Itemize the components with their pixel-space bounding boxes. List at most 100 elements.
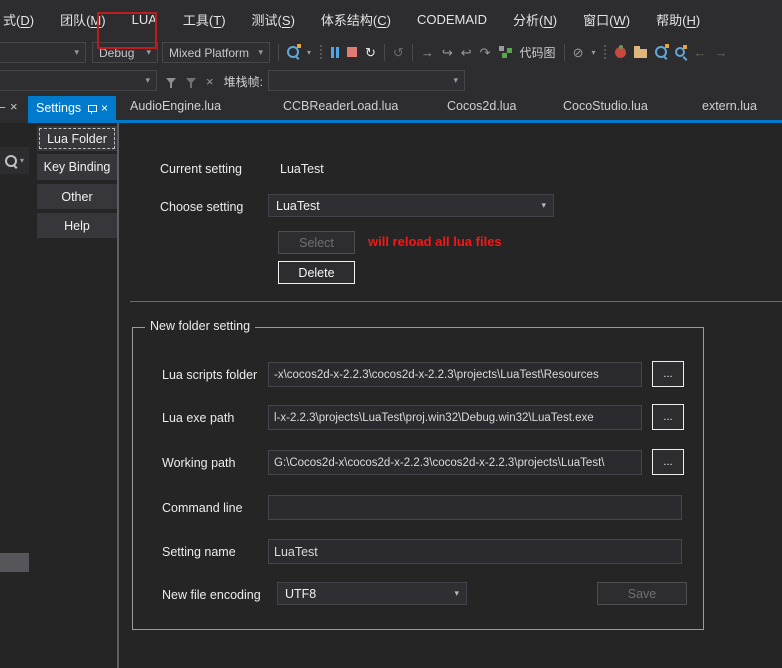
working-path-input[interactable]: [268, 450, 642, 475]
encoding-value: UTF8: [285, 586, 317, 601]
pause-icon[interactable]: [331, 46, 340, 58]
menu-item-window[interactable]: 窗口(W): [570, 6, 643, 33]
extension-tomato-icon[interactable]: [615, 44, 627, 58]
sidebar-item-key-binding[interactable]: Key Binding: [37, 154, 117, 180]
find-in-files-icon[interactable]: [655, 44, 670, 58]
disable-breakpoints-icon[interactable]: ⊘: [573, 46, 584, 59]
stop-debugging-icon[interactable]: [347, 47, 358, 57]
setting-name-input[interactable]: [268, 539, 682, 564]
tab-cocos2d[interactable]: Cocos2d.lua: [447, 99, 517, 113]
tab-audioengine[interactable]: AudioEngine.lua: [130, 99, 221, 113]
tab-cocostudio[interactable]: CocoStudio.lua: [563, 99, 648, 113]
sidebar-item-other[interactable]: Other: [37, 184, 117, 209]
command-line-input[interactable]: [268, 495, 682, 520]
choose-setting-label: Choose setting: [160, 200, 244, 214]
quick-find-icon[interactable]: [675, 45, 688, 57]
working-path-browse-button[interactable]: ...: [652, 449, 684, 475]
current-setting-label: Current setting: [160, 162, 242, 176]
lua-scripts-folder-input[interactable]: [268, 362, 642, 387]
toolbar-separator: [563, 43, 565, 61]
current-setting-value: LuaTest: [280, 162, 324, 176]
menu-item-tools[interactable]: 工具(T): [170, 6, 239, 33]
delete-button[interactable]: Delete: [278, 261, 355, 284]
debug-toolbar-icons: ▾ ↻ ↺ → ↪ ↩ ↷ 代码图 ⊘ ▾ ← →: [278, 40, 727, 64]
debug-location-icons: × 堆栈帧:: [166, 71, 263, 91]
process-combobox[interactable]: ▾: [0, 70, 157, 91]
stack-frame-label: 堆栈帧:: [223, 74, 263, 89]
thread-filter-icon[interactable]: [166, 78, 176, 88]
save-button[interactable]: Save: [597, 582, 687, 605]
select-button[interactable]: Select: [278, 231, 355, 254]
lua-scripts-folder-label: Lua scripts folder: [162, 368, 258, 382]
setting-name-label: Setting name: [162, 545, 236, 559]
chevron-down-icon: ▾: [453, 75, 458, 85]
step-over-icon[interactable]: ↷: [480, 46, 491, 59]
chevron-down-icon[interactable]: ▾: [20, 156, 24, 165]
toolbar-separator: [411, 43, 413, 61]
tab-settings[interactable]: Settings ×: [28, 96, 116, 120]
tab-settings-label: Settings: [36, 101, 82, 115]
menu-item-architecture[interactable]: 体系结构(C): [308, 6, 404, 33]
ide-window: 式(D) 团队(M) LUA 工具(T) 测试(S) 体系结构(C) CODEM…: [0, 0, 782, 668]
encoding-combobox[interactable]: UTF8 ▾: [277, 582, 467, 605]
step-into-icon[interactable]: ↪: [442, 46, 453, 59]
rail-search-box[interactable]: ▾: [0, 147, 29, 174]
reload-warning-text: will reload all lua files: [368, 234, 502, 249]
stack-frame-combobox[interactable]: ▾: [268, 70, 465, 91]
new-file-encoding-label: New file encoding: [162, 588, 261, 602]
toolbar-separator: [278, 43, 279, 61]
toggle-threads-icon[interactable]: ×: [206, 75, 214, 88]
sidebar-divider: [117, 123, 119, 668]
menu-item-test[interactable]: 测试(S): [239, 6, 308, 33]
attach-to-process-icon[interactable]: [287, 44, 301, 58]
choose-setting-combobox[interactable]: LuaTest ▾: [268, 194, 554, 217]
working-path-label: Working path: [162, 456, 236, 470]
menu-item-help[interactable]: 帮助(H): [643, 6, 713, 33]
step-out-icon[interactable]: ↩: [461, 46, 472, 59]
refresh-icon[interactable]: ↺: [393, 46, 404, 59]
lua-exe-path-label: Lua exe path: [162, 411, 235, 425]
chevron-down-icon: ▾: [74, 47, 79, 57]
tab-ccbreaderload[interactable]: CCBReaderLoad.lua: [283, 99, 398, 113]
toolbar-grip: [319, 44, 324, 60]
chevron-down-icon: ▾: [454, 588, 459, 598]
solution-platform-combobox[interactable]: Mixed Platform ▾: [162, 42, 270, 63]
chevron-down-icon: ▾: [541, 200, 546, 210]
thread-filter-flag-icon[interactable]: [186, 78, 196, 88]
sidebar-item-help[interactable]: Help: [37, 213, 117, 238]
section-separator: [130, 301, 782, 302]
menu-item-analyze[interactable]: 分析(N): [500, 6, 570, 33]
pin-icon[interactable]: [88, 104, 97, 114]
rail-selection-block: [0, 553, 29, 572]
command-line-label: Command line: [162, 501, 243, 515]
code-map-icon[interactable]: [498, 46, 512, 58]
minimize-icon[interactable]: –: [0, 99, 5, 114]
close-icon[interactable]: ×: [101, 101, 108, 115]
open-folder-icon[interactable]: [634, 46, 648, 58]
chevron-down-icon: ▾: [145, 75, 150, 85]
chevron-down-icon[interactable]: ▾: [591, 48, 595, 57]
choose-setting-value: LuaTest: [276, 198, 320, 213]
toolbar-separator: [383, 43, 385, 61]
chevron-down-icon: ▾: [258, 47, 263, 57]
nav-forward-icon[interactable]: →: [714, 46, 727, 59]
tool-window-close-icon[interactable]: ×: [10, 99, 18, 114]
lua-menu-highlight-annotation: [97, 12, 157, 49]
toolbar-grip: [603, 44, 608, 60]
group-title: New folder setting: [145, 319, 256, 333]
lua-exe-path-browse-button[interactable]: ...: [652, 404, 684, 430]
tab-extern[interactable]: extern.lua: [702, 99, 757, 113]
show-next-statement-icon[interactable]: →: [421, 46, 434, 59]
restart-icon[interactable]: ↻: [365, 46, 376, 59]
menu-item-codemaid[interactable]: CODEMAID: [404, 8, 500, 31]
solution-platform-value: Mixed Platform: [169, 45, 250, 60]
chevron-down-icon[interactable]: ▾: [307, 48, 311, 57]
search-icon: [4, 154, 17, 167]
nav-back-icon[interactable]: ←: [693, 46, 706, 59]
startup-combobox[interactable]: ▾: [0, 42, 86, 63]
code-map-label[interactable]: 代码图: [520, 44, 556, 61]
lua-exe-path-input[interactable]: [268, 405, 642, 430]
lua-scripts-folder-browse-button[interactable]: ...: [652, 361, 684, 387]
sidebar-item-lua-folder[interactable]: Lua Folder: [37, 126, 117, 151]
menu-item-debug-d[interactable]: 式(D): [0, 6, 47, 33]
